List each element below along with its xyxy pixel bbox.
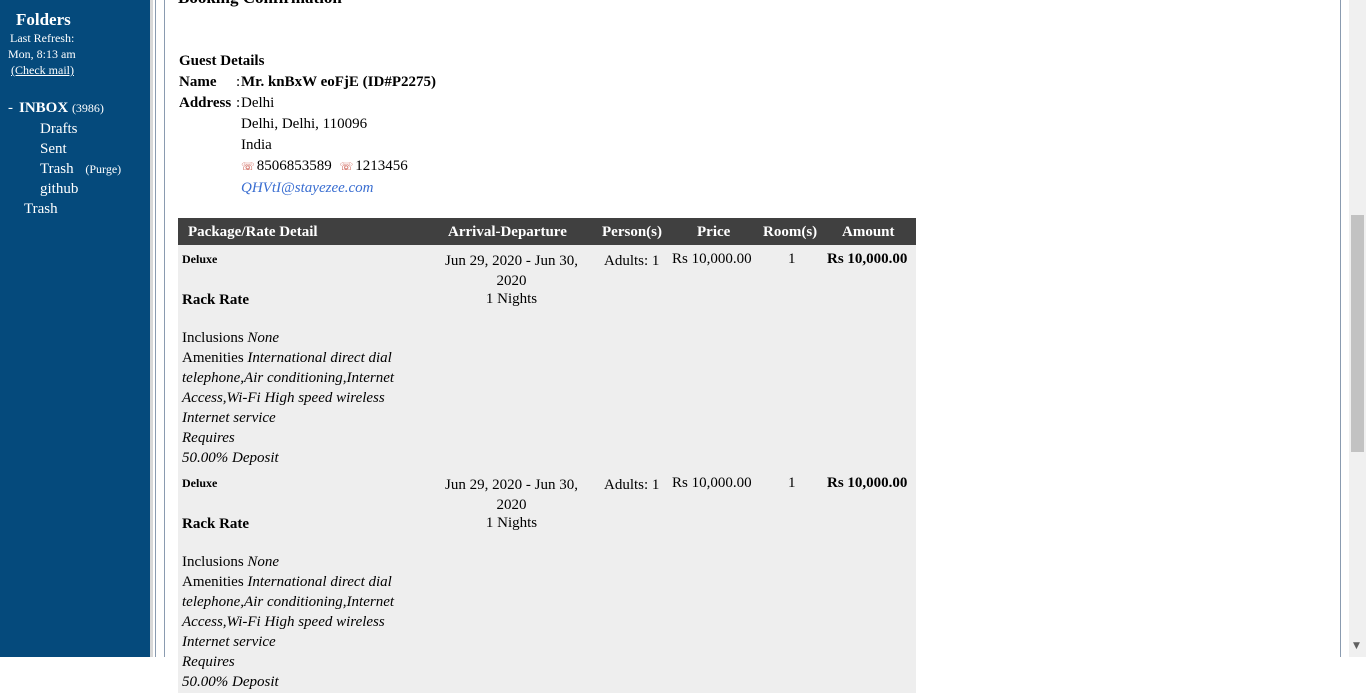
- stay-dates-line-1: Jun 29, 2020 - Jun 30,: [445, 253, 578, 269]
- address-line-1: Delhi: [241, 95, 275, 111]
- persons: Adults: 1: [604, 253, 660, 269]
- purge-link[interactable]: (Purge): [85, 162, 121, 176]
- inclusions-label: Inclusions: [182, 330, 244, 346]
- rooms: 1: [788, 475, 796, 491]
- room-type: Deluxe: [182, 476, 218, 490]
- persons: Adults: 1: [604, 477, 660, 493]
- amenities-line-4: Internet service: [182, 410, 276, 426]
- phone-numbers: ☏ 8506853589 ☏ 1213456: [241, 158, 408, 175]
- col-package: Package/Rate Detail: [188, 224, 318, 240]
- table-row: Deluxe Rack Rate Inclusions None Ameniti…: [178, 245, 916, 469]
- price: Rs 10,000.00: [672, 475, 752, 491]
- scrollbar-thumb[interactable]: [1351, 215, 1364, 452]
- folder-inbox-trash[interactable]: Trash (Purge): [40, 161, 121, 178]
- stay-dates: Jun 29, 2020 - Jun 30, 2020: [434, 251, 589, 291]
- nights-count: 1 Nights: [485, 291, 538, 307]
- address-colon: :: [236, 95, 241, 111]
- folder-trash[interactable]: Trash: [24, 201, 58, 218]
- requires-label: Requires: [182, 430, 235, 446]
- phone-1: 8506853589: [256, 158, 332, 174]
- booking-table: Package/Rate Detail Arrival-Departure Pe…: [178, 218, 916, 693]
- frame-border-left: [155, 0, 156, 657]
- guest-details-heading: Guest Details: [179, 53, 265, 69]
- collapse-toggle[interactable]: -: [8, 100, 13, 116]
- check-mail-wrapper: (Check mail): [11, 63, 161, 78]
- rate-name: Rack Rate: [182, 292, 250, 308]
- check-mail-link[interactable]: (Check mail): [11, 63, 74, 77]
- amenities-line-1: International direct dial: [247, 350, 392, 366]
- address-label: Address: [179, 95, 232, 111]
- inbox-unread-count: (3986): [71, 101, 104, 115]
- nights-count: 1 Nights: [485, 515, 538, 531]
- stay-dates-line-2: 2020: [496, 497, 527, 513]
- amount: Rs 10,000.00: [827, 475, 908, 491]
- col-persons: Person(s): [602, 224, 662, 240]
- col-arrival-departure: Arrival-Departure: [448, 224, 567, 240]
- address-line-2: Delhi, Delhi, 110096: [241, 116, 368, 132]
- scroll-down-arrow-icon[interactable]: ▼: [1353, 641, 1360, 651]
- room-type: Deluxe: [182, 252, 218, 266]
- last-refresh-time: Mon, 8:13 am: [8, 47, 76, 61]
- folder-drafts[interactable]: Drafts: [40, 121, 78, 138]
- amenities-label: Amenities: [182, 350, 244, 366]
- table-row: Deluxe Rack Rate Inclusions None Ameniti…: [178, 469, 916, 693]
- amenities-line-4: Internet service: [182, 634, 276, 650]
- amenities-line-1: International direct dial: [247, 574, 392, 590]
- folders-sidebar: Folders Last Refresh: Mon, 8:13 am (Chec…: [0, 0, 150, 657]
- inclusions-value: None: [247, 330, 280, 346]
- price: Rs 10,000.00: [672, 251, 752, 267]
- folders-title: Folders: [16, 10, 71, 29]
- requires-label: Requires: [182, 654, 235, 670]
- name-colon: :: [236, 74, 241, 90]
- deposit-value: 50.00% Deposit: [182, 674, 279, 690]
- vertical-scrollbar[interactable]: ▼: [1349, 0, 1366, 657]
- folder-inbox-label[interactable]: INBOX: [19, 100, 68, 116]
- phone-icon: ☏: [241, 161, 255, 173]
- package-description: Inclusions None Amenities International …: [182, 328, 417, 468]
- inclusions-value: None: [247, 554, 280, 570]
- table-header: Package/Rate Detail Arrival-Departure Pe…: [178, 218, 916, 245]
- folder-sent[interactable]: Sent: [40, 141, 67, 158]
- rate-name: Rack Rate: [182, 516, 250, 532]
- rooms: 1: [788, 251, 796, 267]
- folder-inbox[interactable]: - INBOX (3986): [8, 100, 104, 117]
- amount: Rs 10,000.00: [827, 251, 908, 267]
- name-label: Name: [179, 74, 217, 90]
- stay-dates: Jun 29, 2020 - Jun 30, 2020: [434, 475, 589, 515]
- folder-inbox-trash-label[interactable]: Trash: [40, 161, 74, 177]
- col-price: Price: [697, 224, 731, 240]
- phone-icon: ☏: [339, 161, 354, 173]
- guest-email-link[interactable]: QHVtI@stayezee.com: [241, 180, 374, 197]
- folder-github[interactable]: github: [40, 181, 78, 198]
- phone-2: 1213456: [355, 158, 408, 174]
- page-title: Booking Confirmation: [178, 0, 342, 8]
- message-body: Booking Confirmation Guest Details Name …: [165, 0, 1340, 693]
- address-line-3: India: [241, 137, 272, 153]
- last-refresh-label: Last Refresh:: [10, 31, 75, 45]
- amenities-line-3: Access,Wi-Fi High speed wireless: [182, 390, 385, 406]
- stay-dates-line-2: 2020: [496, 273, 527, 289]
- amenities-line-3: Access,Wi-Fi High speed wireless: [182, 614, 385, 630]
- package-description: Inclusions None Amenities International …: [182, 552, 417, 692]
- col-rooms: Room(s): [763, 224, 818, 240]
- inclusions-label: Inclusions: [182, 554, 244, 570]
- amenities-label: Amenities: [182, 574, 244, 590]
- stay-dates-line-1: Jun 29, 2020 - Jun 30,: [445, 477, 578, 493]
- amenities-line-2: telephone,Air conditioning,Internet: [182, 594, 395, 610]
- frame-border-right: [1340, 0, 1341, 657]
- guest-name: Mr. knBxW eoFjE (ID#P2275): [241, 74, 436, 90]
- amenities-line-2: telephone,Air conditioning,Internet: [182, 370, 395, 386]
- col-amount: Amount: [842, 224, 895, 240]
- deposit-value: 50.00% Deposit: [182, 450, 279, 466]
- frame-divider[interactable]: [150, 0, 153, 657]
